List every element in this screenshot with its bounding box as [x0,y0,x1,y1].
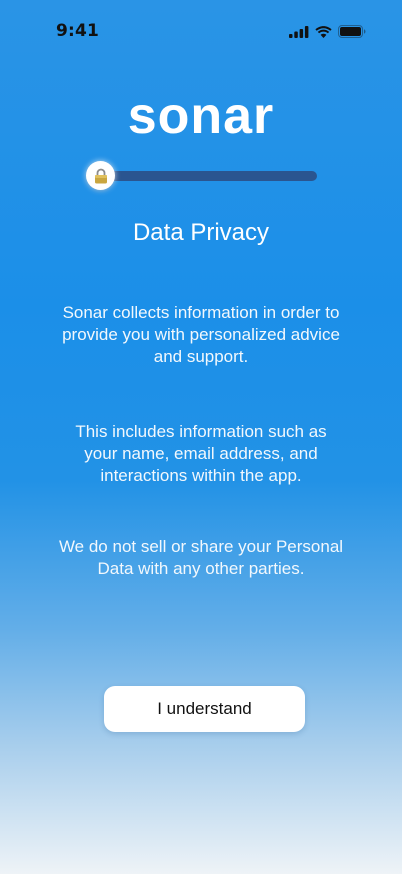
wifi-icon [315,25,332,38]
status-bar: 9:41 [0,0,402,60]
data-privacy-screen: 9:41 sonar Data Privacy Sonar collects i… [0,0,402,874]
battery-icon [338,25,366,38]
lock-icon [94,168,107,183]
onboarding-progress [86,161,318,191]
progress-track [96,171,317,181]
sonar-logo-wordmark: sonar [128,87,275,145]
status-icons [289,25,366,38]
status-time: 9:41 [56,21,100,41]
privacy-paragraph-3: We do not sell or share your Personal Da… [58,537,344,578]
cellular-signal-icon [289,25,309,38]
progress-knob [86,161,115,190]
sonar-logo: sonar [0,82,402,152]
privacy-paragraph-2: This includes information such as your n… [75,422,327,485]
page-title: Data Privacy [132,219,270,246]
privacy-paragraph-1: Sonar collects information in order to p… [62,303,340,366]
i-understand-button[interactable]: I understand [104,686,305,732]
sonar-logo-text: sonar [128,87,275,145]
